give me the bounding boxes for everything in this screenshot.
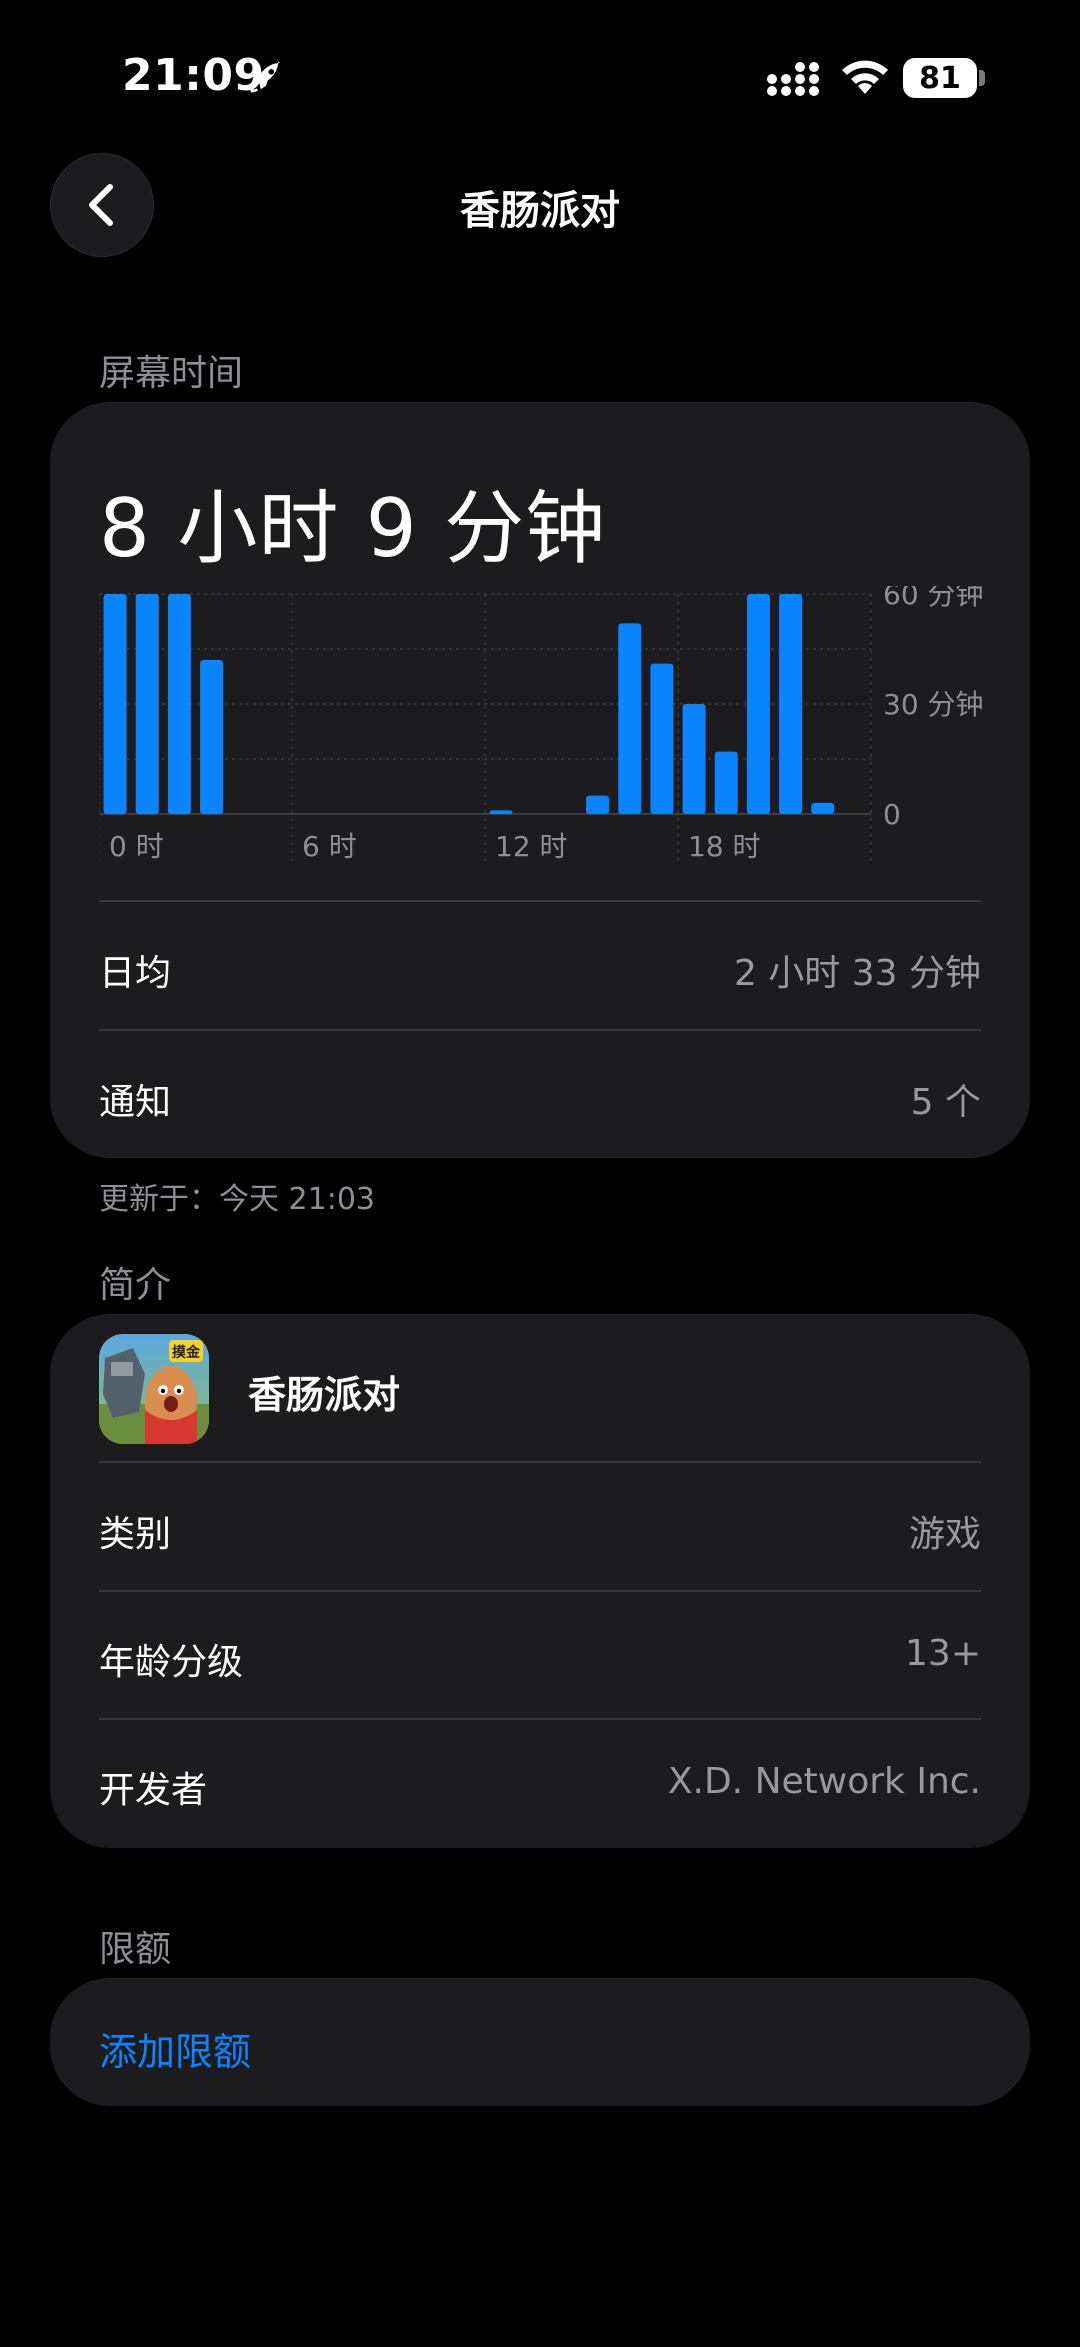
cellular-signal-icon xyxy=(767,62,819,96)
chart-y-tick-label: 60 分钟 xyxy=(883,586,984,611)
chart-bar xyxy=(714,751,738,814)
section-label-intro: 简介 xyxy=(99,1265,172,1306)
chart-bar xyxy=(200,660,224,814)
app-name: 香肠派对 xyxy=(248,1373,401,1417)
chart-bar xyxy=(650,663,674,814)
status-time: 21:09 xyxy=(122,50,265,101)
chart-y-tick-label: 0 xyxy=(883,798,901,831)
category-label: 类别 xyxy=(99,1514,172,1555)
notifications-value: 5 个 xyxy=(910,1082,981,1123)
page-title: 香肠派对 xyxy=(460,188,620,234)
divider xyxy=(99,1590,981,1592)
chart-bar xyxy=(618,623,642,814)
chart-bar xyxy=(682,704,706,814)
chart-bar xyxy=(811,803,835,814)
chart-x-tick-label: 0 时 xyxy=(109,830,164,863)
battery-icon: 81 xyxy=(903,58,977,98)
svg-text:摸金: 摸金 xyxy=(172,1344,201,1361)
chart-y-labels: 60 分钟 30 分钟 0 xyxy=(883,586,984,831)
developer-value: X.D. Network Inc. xyxy=(667,1761,981,1802)
chart-x-tick-label: 12 时 xyxy=(495,830,568,863)
sausage-party-app-icon: 摸金 xyxy=(99,1334,209,1444)
section-label-screen-time: 屏幕时间 xyxy=(99,353,244,394)
chart-bar xyxy=(103,594,127,814)
section-label-limits: 限额 xyxy=(99,1929,172,1970)
category-value: 游戏 xyxy=(908,1514,981,1555)
battery-tip xyxy=(979,70,985,86)
age-rating-label: 年龄分级 xyxy=(99,1642,244,1683)
divider xyxy=(99,900,981,902)
chart-bar xyxy=(489,810,513,814)
age-rating-value: 13+ xyxy=(905,1633,981,1674)
updated-timestamp: 更新于：今天 21:03 xyxy=(99,1182,375,1217)
rocket-icon xyxy=(250,61,280,93)
daily-average-label: 日均 xyxy=(99,953,172,994)
chart-bar xyxy=(746,594,770,814)
chart-bar xyxy=(586,795,610,814)
divider xyxy=(99,1029,981,1031)
divider xyxy=(99,1461,981,1463)
chart-y-tick-label: 30 分钟 xyxy=(883,688,984,721)
wifi-icon xyxy=(842,60,888,94)
total-screen-time: 8 小时 9 分钟 xyxy=(99,482,607,575)
chart-x-labels: 0 时 6 时 12 时 18 时 xyxy=(109,830,761,863)
divider xyxy=(99,1718,981,1720)
daily-average-value: 2 小时 33 分钟 xyxy=(733,953,981,994)
add-limit-button[interactable]: 添加限额 xyxy=(99,2021,251,2076)
hourly-usage-chart: 0 时 6 时 12 时 18 时 60 分钟 30 分钟 0 xyxy=(99,586,984,864)
chart-x-tick-label: 18 时 xyxy=(688,830,761,863)
notifications-label: 通知 xyxy=(99,1082,172,1123)
developer-label: 开发者 xyxy=(99,1770,208,1811)
chart-bar xyxy=(779,594,803,814)
chart-bar xyxy=(135,594,159,814)
chart-bar xyxy=(167,594,191,814)
chart-x-tick-label: 6 时 xyxy=(302,830,357,863)
